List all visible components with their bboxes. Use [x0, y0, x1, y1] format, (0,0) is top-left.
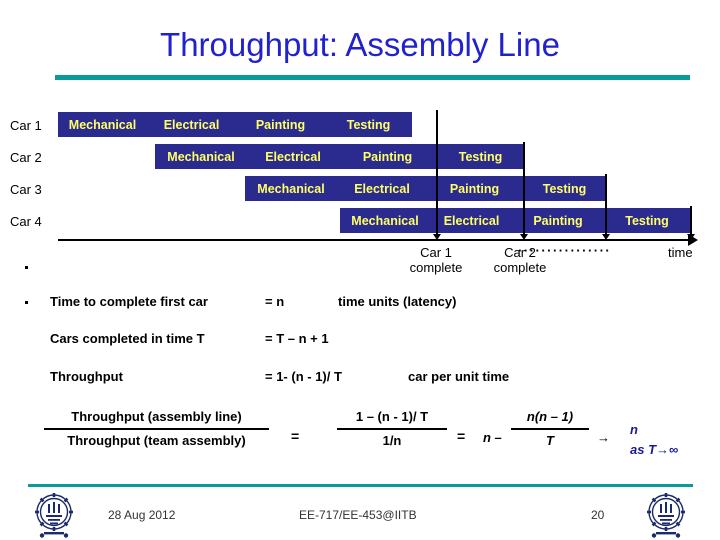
time-axis: [58, 239, 690, 241]
completion-line-car-3: [605, 174, 607, 236]
equation-mid-fraction: 1 – (n - 1)/ T 1/n: [337, 408, 447, 450]
stage-painting: Painting: [362, 150, 413, 164]
row-label-car-1: Car 1: [10, 118, 42, 133]
equation-lhs-fraction: Throughput (assembly line) Throughput (t…: [44, 408, 269, 450]
axis-time-label: time: [668, 245, 693, 260]
statement-note-throughput: car per unit time: [408, 369, 510, 384]
statement-label-throughput: Throughput: [50, 369, 123, 384]
stage-mechanical: Mechanical: [351, 214, 419, 228]
statement-note-latency: time units (latency): [338, 294, 457, 309]
statement-value-throughput: = 1- (n - 1)/ T: [265, 369, 342, 384]
equation-rhs-denominator: T: [546, 433, 554, 448]
equation-rhs-fraction-bar: [511, 428, 589, 430]
stage-testing: Testing: [346, 118, 391, 132]
stage-electrical: Electrical: [354, 182, 410, 196]
equation-rhs-numerator: n(n – 1): [526, 409, 574, 424]
footer-course: EE-717/EE-453@IITB: [299, 508, 417, 522]
row-label-car-2: Car 2: [10, 150, 42, 165]
stage-electrical: Electrical: [163, 118, 220, 132]
footer-date: 28 Aug 2012: [108, 508, 176, 522]
bullet-dot-1: [25, 266, 28, 269]
row-label-car-4: Car 4: [10, 214, 42, 229]
bullet-dot-2: [25, 301, 28, 304]
slide: Throughput: Assembly Line Car 1 Car 2 Ca…: [0, 0, 720, 540]
statement-label-latency: Time to complete first car: [50, 294, 208, 309]
equation-mid-fraction-bar: [337, 428, 447, 430]
statement-label-cars-completed: Cars completed in time T: [50, 331, 205, 346]
statement-value-latency: = n: [265, 294, 285, 309]
equation-mid-denominator: 1/n: [382, 433, 402, 448]
stage-testing: Testing: [458, 150, 503, 164]
axis-ellipsis: ················: [518, 243, 612, 258]
gantt-bar-car-1: Mechanical Electrical Painting Testing: [58, 112, 412, 138]
limit-condition: as T→∞: [630, 442, 679, 457]
equation-lhs-denominator: Throughput (team assembly): [67, 433, 246, 448]
completion-line-car-2: [523, 142, 525, 236]
footer-page-number: 20: [591, 508, 605, 522]
stage-testing: Testing: [625, 214, 669, 228]
stage-mechanical: Mechanical: [68, 118, 137, 132]
equation-rhs-fraction: n(n – 1) T: [511, 408, 589, 450]
equation-lhs-fraction-bar: [44, 428, 269, 430]
throughput-ratio-equation: Throughput (assembly line) Throughput (t…: [0, 400, 720, 475]
axis-marker-car-1: Car 1 complete: [388, 245, 484, 275]
statement-value-cars-completed: = T – n + 1: [265, 331, 329, 346]
gantt-bar-car-2: Mechanical Electrical Painting Testing: [155, 144, 525, 170]
gantt-bar-car-4: Mechanical Electrical Painting Testing: [340, 208, 692, 234]
stage-testing: Testing: [542, 182, 587, 196]
stage-painting: Painting: [255, 118, 306, 132]
equation-rhs-prefix: n –: [483, 430, 502, 445]
equals-sign-1: =: [291, 428, 300, 444]
equation-lhs-numerator: Throughput (assembly line): [71, 409, 242, 424]
stage-electrical: Electrical: [443, 214, 500, 228]
axis-marker-car-2-line2: complete: [493, 260, 547, 275]
stage-painting: Painting: [449, 182, 500, 196]
limit-value: n: [630, 422, 638, 437]
completion-line-car-4: [690, 206, 692, 236]
axis-marker-car-1-line2: complete: [409, 260, 463, 275]
completion-line-car-1: [436, 110, 438, 236]
row-label-car-3: Car 3: [10, 182, 42, 197]
stage-mechanical: Mechanical: [167, 150, 235, 164]
equation-mid-numerator: 1 – (n - 1)/ T: [355, 409, 429, 424]
iitb-logo-left: [35, 493, 73, 538]
iitb-logo-right: [647, 493, 685, 538]
stage-electrical: Electrical: [265, 150, 321, 164]
limit-arrow-icon: →: [597, 430, 610, 445]
stage-mechanical: Mechanical: [257, 182, 325, 196]
equals-sign-2: =: [457, 428, 466, 444]
footer-divider: [28, 484, 693, 487]
gantt-bar-car-3: Mechanical Electrical Painting Testing: [245, 176, 607, 202]
stage-painting: Painting: [533, 214, 583, 228]
axis-marker-car-1-line1: Car 1: [420, 245, 452, 260]
